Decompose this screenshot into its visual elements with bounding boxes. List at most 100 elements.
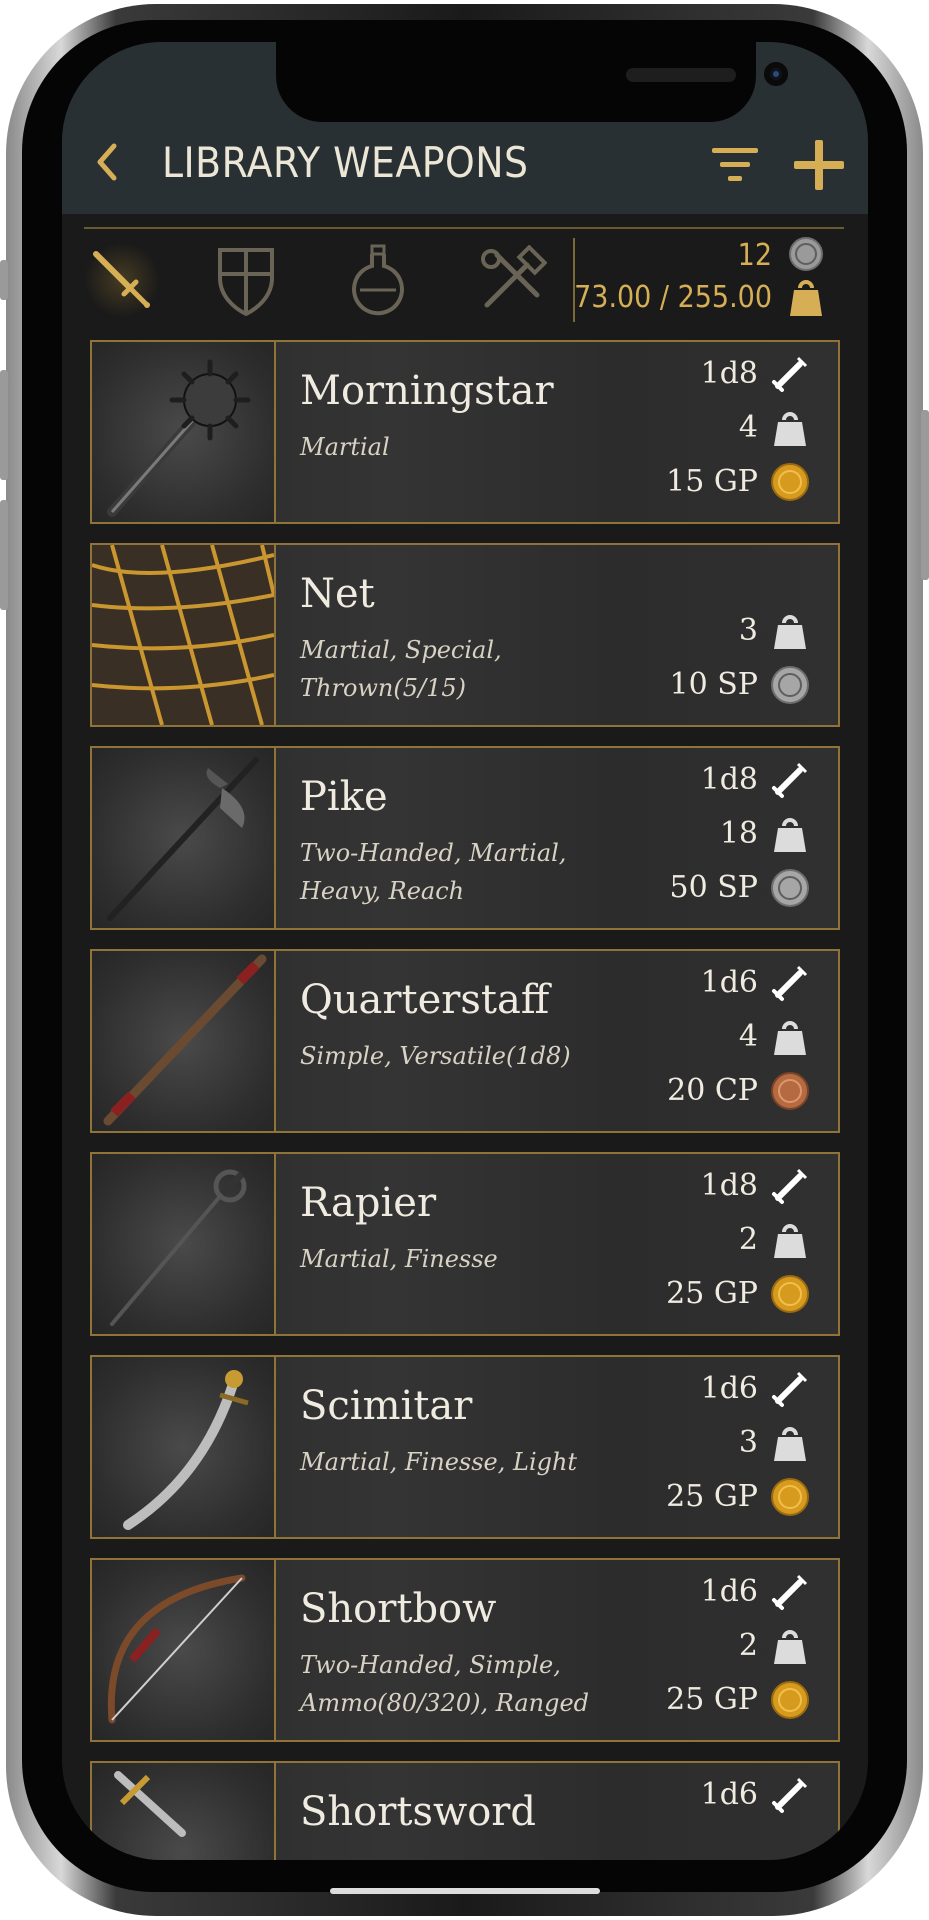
weapon-thumbnail	[92, 545, 276, 725]
item-count: 12	[737, 238, 772, 273]
potion-icon	[352, 244, 404, 316]
damage-dagger-icon	[772, 965, 808, 1001]
weight-icon	[774, 412, 806, 446]
weapon-properties-line-1: Simple, Versatile(1d8)	[300, 1042, 571, 1070]
weapon-name: Scimitar	[300, 1383, 473, 1429]
screen: LIBRARY WEAPONS 12 73.00 / 255.00 Mornin…	[62, 42, 868, 1860]
tab-armor[interactable]	[206, 238, 286, 322]
weight-icon	[774, 615, 806, 649]
weapon-damage: 1d8	[700, 356, 758, 391]
notch	[276, 42, 788, 122]
weapon-thumbnail	[92, 1560, 276, 1740]
copper-coin-icon	[771, 1072, 809, 1110]
damage-dagger-icon	[772, 1168, 808, 1204]
weapon-properties-line-1: Martial	[300, 433, 390, 461]
tools-icon	[481, 245, 547, 308]
home-indicator	[330, 1888, 600, 1894]
volume-up-button	[0, 370, 8, 480]
weapon-cost: 10 SP	[669, 667, 758, 702]
weapon-card[interactable]: Rapier Martial, Finesse 1d8 2 25 GP	[90, 1152, 840, 1336]
weapon-damage: 1d8	[700, 762, 758, 797]
weapon-name: Shortsword	[300, 1789, 537, 1835]
weapon-properties: Martial	[300, 428, 630, 466]
weapon-thumbnail	[92, 1154, 276, 1334]
weapon-cost: 25 GP	[666, 1276, 758, 1311]
weapon-properties: Martial, Finesse	[300, 1240, 630, 1278]
damage-dagger-icon	[772, 1574, 808, 1610]
weapon-weight: 4	[738, 1019, 758, 1054]
weapon-properties: Two-Handed, Simple, Ammo(80/320), Ranged	[300, 1646, 630, 1722]
weapon-properties-line-1: Martial, Finesse, Light	[300, 1448, 578, 1476]
weapon-cost: 25 GP	[666, 1682, 758, 1717]
tab-tools[interactable]	[472, 238, 552, 322]
weapon-card[interactable]: Shortbow Two-Handed, Simple, Ammo(80/320),…	[90, 1558, 840, 1742]
weapon-properties-line-1: Martial, Special,	[300, 636, 502, 664]
header: LIBRARY WEAPONS	[62, 42, 868, 214]
weapon-card[interactable]: Net Martial, Special, Thrown(5/15) 3 10 SP	[90, 543, 840, 727]
quarterstaff-image	[103, 954, 267, 1126]
weapon-properties-line-1: Two-Handed, Martial,	[300, 839, 567, 867]
weapon-cost: 25 GP	[666, 1479, 758, 1514]
shield-icon	[218, 248, 274, 316]
weapon-weight: 3	[738, 1425, 758, 1460]
divider	[84, 227, 844, 229]
weapon-damage: 1d6	[700, 1574, 758, 1609]
weapon-card[interactable]: Quarterstaff Simple, Versatile(1d8) 1d6 4 20…	[90, 949, 840, 1133]
weapon-thumbnail	[92, 748, 276, 928]
weapon-damage: 1d6	[700, 965, 758, 1000]
weapon-properties-line-1: Martial, Finesse	[300, 1245, 498, 1273]
weight-icon	[774, 1224, 806, 1258]
weapon-weight: 3	[738, 613, 758, 648]
weapon-card[interactable]: Pike Two-Handed, Martial, Heavy, Reach 1d8 1…	[90, 746, 840, 930]
weapon-name: Quarterstaff	[300, 977, 550, 1023]
weight-icon	[774, 1427, 806, 1461]
weapon-weight: 2	[738, 1628, 758, 1663]
volume-down-button	[0, 500, 8, 610]
weapon-card[interactable]: Shortsword 1d6	[90, 1761, 840, 1860]
shortbow-image	[107, 1574, 246, 1724]
tab-weapons[interactable]	[82, 238, 162, 322]
weapon-weight: 2	[738, 1222, 758, 1257]
weight-icon	[774, 1021, 806, 1055]
weapon-name: Shortbow	[300, 1586, 497, 1632]
shortsword-image	[114, 1771, 186, 1837]
weapon-thumbnail	[92, 1763, 276, 1860]
weight-capacity: 73.00 / 255.00	[574, 280, 772, 315]
weapon-thumbnail	[92, 342, 276, 522]
weapon-properties-line-2: Thrown(5/15)	[300, 674, 467, 702]
weapon-weight: 4	[738, 410, 758, 445]
power-button	[921, 410, 929, 580]
gold-coin-icon	[771, 1478, 809, 1516]
page-title: LIBRARY WEAPONS	[162, 138, 529, 187]
weight-icon	[790, 280, 822, 316]
morningstar-image	[107, 359, 251, 517]
filter-icon[interactable]	[712, 146, 758, 184]
weapon-cost: 15 GP	[666, 464, 758, 499]
weapon-thumbnail	[92, 1357, 276, 1537]
back-chevron-icon[interactable]	[92, 142, 122, 182]
weapon-cost: 50 SP	[669, 870, 758, 905]
silver-coin-icon	[789, 237, 823, 271]
damage-dagger-icon	[772, 1371, 808, 1407]
weapon-properties: Martial, Special, Thrown(5/15)	[300, 631, 630, 707]
weapon-weight: 18	[719, 816, 758, 851]
silver-coin-icon	[771, 869, 809, 907]
weapon-name: Net	[300, 571, 375, 617]
add-icon[interactable]	[792, 138, 846, 192]
silver-coin-icon	[771, 666, 809, 704]
weapon-thumbnail	[92, 951, 276, 1131]
weapon-properties-line-2: Heavy, Reach	[300, 877, 465, 905]
weapon-card[interactable]: Morningstar Martial 1d8 4 15 GP	[90, 340, 840, 524]
mute-switch	[0, 260, 8, 300]
tab-potions[interactable]	[338, 238, 418, 322]
weapon-name: Pike	[300, 774, 388, 820]
gold-coin-icon	[771, 1275, 809, 1313]
weapon-properties-line-1: Two-Handed, Simple,	[300, 1651, 561, 1679]
weapon-card[interactable]: Scimitar Martial, Finesse, Light 1d6 3 25 GP	[90, 1355, 840, 1539]
speaker	[626, 68, 736, 82]
weight-icon	[774, 1630, 806, 1664]
weapon-properties: Martial, Finesse, Light	[300, 1443, 630, 1481]
sword-icon	[93, 251, 150, 308]
weapon-name: Morningstar	[300, 368, 554, 414]
weapon-damage: 1d6	[700, 1777, 758, 1812]
